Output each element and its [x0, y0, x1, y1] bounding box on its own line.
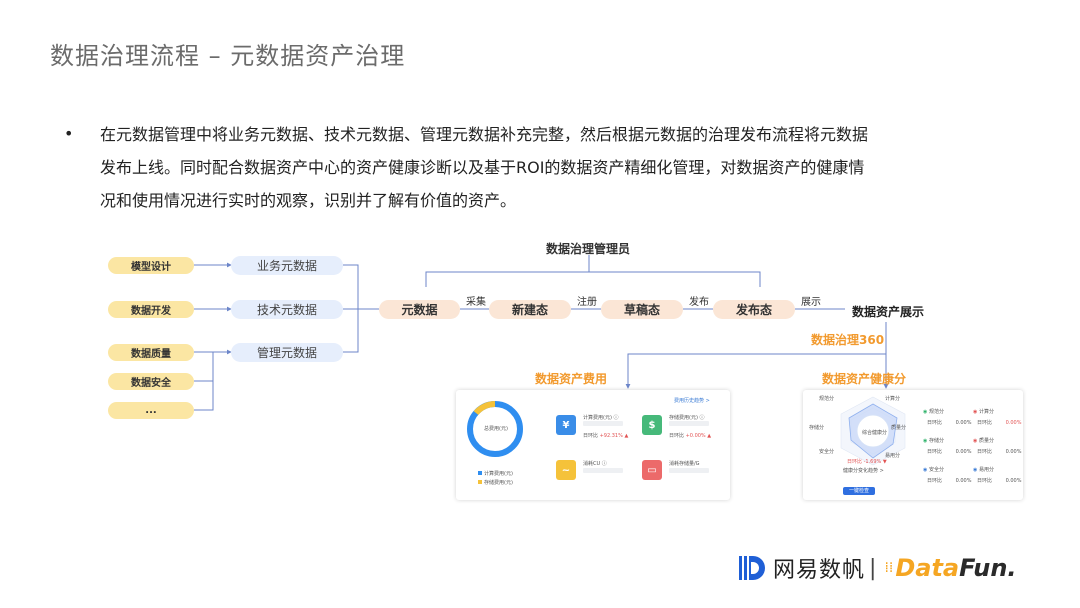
radar-center-label: 综合健康分 — [862, 430, 888, 436]
compute-cost-ratio: 日环比 +92.31% ▲ — [583, 433, 629, 439]
axis-label-4: 质量分 — [891, 425, 907, 431]
state-metadata: 元数据 — [379, 300, 460, 319]
score-grid: ◉ 规范分 日环比 0.00% ◉ 计算分 日环比 0.00% ◉ 存储分 日环… — [921, 404, 1022, 492]
score-item-3: ◉ 存储分 — [923, 438, 944, 444]
source-data-security: 数据安全 — [108, 373, 194, 390]
axis-label-5: 安全分 — [819, 449, 835, 455]
axis-label-3: 存储分 — [809, 425, 825, 431]
score-ratio-3: 日环比 0.00% — [927, 449, 972, 455]
source-data-quality: 数据质量 — [108, 344, 194, 361]
transition-register: 注册 — [577, 297, 597, 308]
cu-usage-bar — [583, 468, 623, 473]
cu-usage-label: 消耗CU ⓘ — [583, 461, 607, 467]
source-data-dev: 数据开发 — [108, 301, 194, 318]
source-model-design: 模型设计 — [108, 257, 194, 274]
logo-separator: | — [869, 555, 877, 581]
transition-collect: 采集 — [466, 297, 486, 308]
transition-display: 展示 — [801, 297, 821, 308]
state-new: 新建态 — [489, 300, 571, 319]
transition-publish: 发布 — [689, 297, 709, 308]
meta-technical: 技术元数据 — [231, 300, 343, 319]
compute-cost-bar — [583, 421, 623, 426]
meta-management: 管理元数据 — [231, 343, 343, 362]
netease-logo-icon — [739, 556, 765, 580]
cost-donut-label: 总费用(元) — [484, 426, 508, 432]
axis-label-6: 易用分 — [885, 453, 901, 459]
compute-cost-label: 计算费用(元) ⓘ — [583, 415, 619, 421]
score-ratio-5: 日环比 0.00% — [927, 478, 972, 484]
footer-logos: 网易数帆 | ⁞⁞ DataFun. — [737, 552, 1017, 584]
cost-legend-compute: 计算费用(元) — [478, 470, 513, 477]
score-ratio-2: 日环比 0.00% — [977, 420, 1022, 426]
score-ratio-1: 日环比 0.00% — [927, 420, 972, 426]
score-item-6: ◉ 易用分 — [973, 467, 994, 473]
storage-cost-ratio: 日环比 +0.00% ▲ — [669, 433, 712, 439]
yuan-icon: ¥ — [556, 415, 576, 435]
health-subtitle: 健康分变化趋势 > — [843, 468, 884, 474]
netease-brand-text: 网易数帆 — [773, 558, 866, 583]
source-more: ... — [108, 402, 194, 419]
cost-title: 数据资产费用 — [535, 372, 608, 386]
cost-legend-storage: 存储费用(元) — [478, 479, 513, 486]
health-card: 综合健康分 规范分 计算分 存储分 质量分 安全分 易用分 日环比 -1.69%… — [803, 390, 1023, 500]
storage-cost-label: 存储费用(元) ⓘ — [669, 415, 705, 421]
cost-history-link[interactable]: 费用历史趋势 > — [674, 397, 710, 404]
storage-usage-label: 消耗存储量/G — [669, 461, 700, 467]
meta-business: 业务元数据 — [231, 256, 343, 275]
score-item-4: ◉ 质量分 — [973, 438, 994, 444]
storage-icon: ▭ — [642, 460, 662, 480]
health-trend: 日环比 -1.69% ▼ — [847, 459, 887, 465]
score-item-2: ◉ 计算分 — [973, 409, 994, 415]
money-bag-icon: $ — [642, 415, 662, 435]
storage-cost-bar — [669, 421, 709, 426]
pulse-icon: ~ — [556, 460, 576, 480]
score-ratio-6: 日环比 0.00% — [977, 478, 1022, 484]
governance-360-label: 数据治理360 — [811, 333, 885, 347]
health-title: 数据资产健康分 — [822, 372, 907, 386]
axis-label-2: 计算分 — [885, 396, 901, 402]
score-ratio-4: 日环比 0.00% — [977, 449, 1022, 455]
score-item-5: ◉ 安全分 — [923, 467, 944, 473]
one-click-check-button[interactable]: 一键检查 — [843, 487, 875, 495]
datafun-logo: DataFun. — [895, 554, 1017, 582]
datafun-dots-icon: ⁞⁞ — [884, 560, 894, 576]
state-draft: 草稿态 — [601, 300, 683, 319]
state-published: 发布态 — [713, 300, 795, 319]
storage-usage-bar — [669, 468, 709, 473]
governance-manager: 数据治理管理员 — [546, 242, 631, 256]
score-item-1: ◉ 规范分 — [923, 409, 944, 415]
axis-label-1: 规范分 — [819, 396, 835, 402]
asset-display-title: 数据资产展示 — [852, 305, 925, 319]
cost-card: 费用历史趋势 > 总费用(元) 计算费用(元) 存储费用(元) ¥ 计算费用(元… — [456, 390, 730, 500]
